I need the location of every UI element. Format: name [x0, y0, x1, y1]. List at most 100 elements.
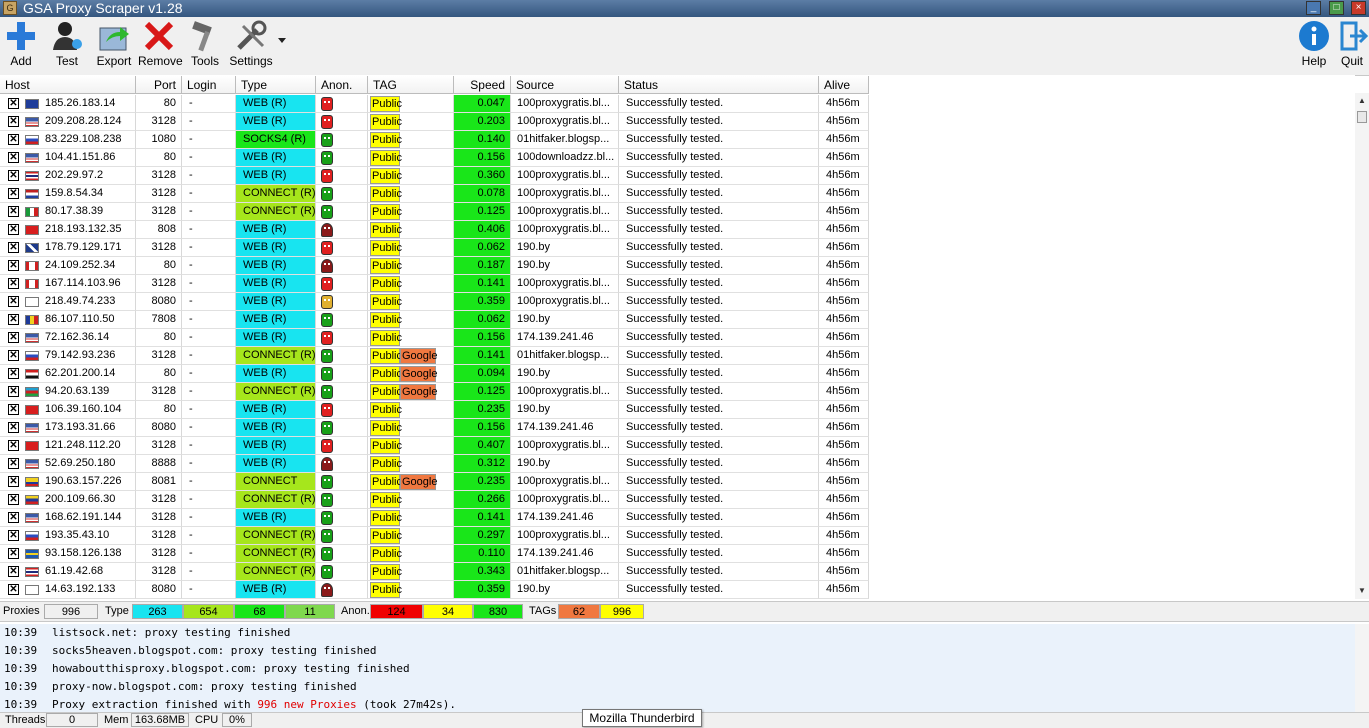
row-checkbox[interactable]: ✕ — [8, 116, 19, 127]
row-checkbox[interactable]: ✕ — [8, 476, 19, 487]
host-cell[interactable]: ✕ 14.63.192.133 — [0, 581, 136, 599]
column-header-speed[interactable]: Speed — [454, 76, 511, 94]
host-cell[interactable]: ✕ 121.248.112.20 — [0, 437, 136, 455]
host-cell[interactable]: ✕ 167.114.103.96 — [0, 275, 136, 293]
row-checkbox[interactable]: ✕ — [8, 332, 19, 343]
host-cell[interactable]: ✕ 104.41.151.86 — [0, 149, 136, 167]
host-cell[interactable]: ✕ 72.162.36.14 — [0, 329, 136, 347]
log-scrollbar[interactable] — [1355, 624, 1369, 712]
tools-button[interactable]: Tools — [188, 20, 222, 68]
table-row[interactable]: ✕ 52.69.250.180 8888- WEB (R) Public 0.312 190… — [0, 455, 870, 473]
host-cell[interactable]: ✕ 190.63.157.226 — [0, 473, 136, 491]
remove-button[interactable]: Remove — [138, 20, 183, 68]
table-row[interactable]: ✕ 178.79.129.171 3128- WEB (R) Public 0.062 19… — [0, 239, 870, 257]
column-header-alive[interactable]: Alive — [819, 76, 869, 94]
settings-button[interactable]: Settings — [229, 20, 273, 68]
grid-scrollbar[interactable]: ▲ ▼ — [1355, 93, 1369, 599]
host-cell[interactable]: ✕ 52.69.250.180 — [0, 455, 136, 473]
row-checkbox[interactable]: ✕ — [8, 134, 19, 145]
row-checkbox[interactable]: ✕ — [8, 368, 19, 379]
table-row[interactable]: ✕ 72.162.36.14 80- WEB (R) Public 0.156 174.13… — [0, 329, 870, 347]
add-button[interactable]: Add — [4, 20, 38, 68]
host-cell[interactable]: ✕ 83.229.108.238 — [0, 131, 136, 149]
host-cell[interactable]: ✕ 94.20.63.139 — [0, 383, 136, 401]
row-checkbox[interactable]: ✕ — [8, 314, 19, 325]
row-checkbox[interactable]: ✕ — [8, 350, 19, 361]
host-cell[interactable]: ✕ 159.8.54.34 — [0, 185, 136, 203]
row-checkbox[interactable]: ✕ — [8, 548, 19, 559]
row-checkbox[interactable]: ✕ — [8, 224, 19, 235]
table-row[interactable]: ✕ 202.29.97.2 3128- WEB (R) Public 0.360 100pr… — [0, 167, 870, 185]
close-button[interactable]: × — [1351, 1, 1366, 15]
test-button[interactable]: Test — [50, 20, 84, 68]
row-checkbox[interactable]: ✕ — [8, 584, 19, 595]
scroll-thumb[interactable] — [1357, 111, 1367, 123]
host-cell[interactable]: ✕ 62.201.200.14 — [0, 365, 136, 383]
export-button[interactable]: Export — [95, 20, 133, 68]
table-row[interactable]: ✕ 121.248.112.20 3128- WEB (R) Public 0.407 10… — [0, 437, 870, 455]
row-checkbox[interactable]: ✕ — [8, 512, 19, 523]
host-cell[interactable]: ✕ 185.26.183.14 — [0, 95, 136, 113]
column-header-port[interactable]: Port — [136, 76, 182, 94]
table-row[interactable]: ✕ 193.35.43.10 3128- CONNECT (R) Public 0.297… — [0, 527, 870, 545]
table-row[interactable]: ✕ 159.8.54.34 3128- CONNECT (R) Public 0.078 1… — [0, 185, 870, 203]
host-cell[interactable]: ✕ 93.158.126.138 — [0, 545, 136, 563]
row-checkbox[interactable]: ✕ — [8, 170, 19, 181]
settings-dropdown[interactable] — [277, 38, 287, 44]
table-row[interactable]: ✕ 80.17.38.39 3128- CONNECT (R) Public 0.125 1… — [0, 203, 870, 221]
row-checkbox[interactable]: ✕ — [8, 206, 19, 217]
table-row[interactable]: ✕ 79.142.93.236 3128- CONNECT (R) Public Goog… — [0, 347, 870, 365]
table-row[interactable]: ✕ 209.208.28.124 3128- WEB (R) Public 0.203 10… — [0, 113, 870, 131]
host-cell[interactable]: ✕ 80.17.38.39 — [0, 203, 136, 221]
column-header-anon[interactable]: Anon. — [316, 76, 368, 94]
row-checkbox[interactable]: ✕ — [8, 458, 19, 469]
help-button[interactable]: Help — [1297, 20, 1331, 68]
scroll-up-arrow-icon[interactable]: ▲ — [1356, 95, 1368, 107]
host-cell[interactable]: ✕ 79.142.93.236 — [0, 347, 136, 365]
column-header-host[interactable]: Host — [0, 76, 136, 94]
table-row[interactable]: ✕ 218.193.132.35 808- WEB (R) Public 0.406 100… — [0, 221, 870, 239]
table-row[interactable]: ✕ 190.63.157.226 8081- CONNECT Public Google 0… — [0, 473, 870, 491]
row-checkbox[interactable]: ✕ — [8, 386, 19, 397]
row-checkbox[interactable]: ✕ — [8, 152, 19, 163]
row-checkbox[interactable]: ✕ — [8, 422, 19, 433]
row-checkbox[interactable]: ✕ — [8, 440, 19, 451]
table-row[interactable]: ✕ 185.26.183.14 80- WEB (R) Public 0.047 100pr… — [0, 95, 870, 113]
row-checkbox[interactable]: ✕ — [8, 278, 19, 289]
table-row[interactable]: ✕ 61.19.42.68 3128- CONNECT (R) Public 0.343 0… — [0, 563, 870, 581]
row-checkbox[interactable]: ✕ — [8, 494, 19, 505]
host-cell[interactable]: ✕ 86.107.110.50 — [0, 311, 136, 329]
table-row[interactable]: ✕ 93.158.126.138 3128- CONNECT (R) Public 0.1… — [0, 545, 870, 563]
table-row[interactable]: ✕ 94.20.63.139 3128- CONNECT (R) Public Googl… — [0, 383, 870, 401]
host-cell[interactable]: ✕ 200.109.66.30 — [0, 491, 136, 509]
row-checkbox[interactable]: ✕ — [8, 242, 19, 253]
row-checkbox[interactable]: ✕ — [8, 98, 19, 109]
table-row[interactable]: ✕ 86.107.110.50 7808- WEB (R) Public 0.062 190… — [0, 311, 870, 329]
row-checkbox[interactable]: ✕ — [8, 188, 19, 199]
host-cell[interactable]: ✕ 193.35.43.10 — [0, 527, 136, 545]
maximize-button[interactable]: □ — [1329, 1, 1344, 15]
host-cell[interactable]: ✕ 218.193.132.35 — [0, 221, 136, 239]
table-row[interactable]: ✕ 173.193.31.66 8080- WEB (R) Public 0.156 174… — [0, 419, 870, 437]
host-cell[interactable]: ✕ 178.79.129.171 — [0, 239, 136, 257]
column-header-login[interactable]: Login — [182, 76, 236, 94]
scroll-down-arrow-icon[interactable]: ▼ — [1356, 585, 1368, 597]
table-row[interactable]: ✕ 104.41.151.86 80- WEB (R) Public 0.156 100do… — [0, 149, 870, 167]
row-checkbox[interactable]: ✕ — [8, 296, 19, 307]
table-row[interactable]: ✕ 83.229.108.238 1080- SOCKS4 (R) Public 0.14… — [0, 131, 870, 149]
table-row[interactable]: ✕ 14.63.192.133 8080- WEB (R) Public 0.359 190… — [0, 581, 870, 599]
row-checkbox[interactable]: ✕ — [8, 404, 19, 415]
column-header-status[interactable]: Status — [619, 76, 819, 94]
table-row[interactable]: ✕ 167.114.103.96 3128- WEB (R) Public 0.141 10… — [0, 275, 870, 293]
minimize-button[interactable]: _ — [1306, 1, 1321, 15]
row-checkbox[interactable]: ✕ — [8, 530, 19, 541]
table-row[interactable]: ✕ 218.49.74.233 8080- WEB (R) Public 0.359 100… — [0, 293, 870, 311]
column-header-source[interactable]: Source — [511, 76, 619, 94]
host-cell[interactable]: ✕ 209.208.28.124 — [0, 113, 136, 131]
table-row[interactable]: ✕ 200.109.66.30 3128- CONNECT (R) Public 0.26… — [0, 491, 870, 509]
table-row[interactable]: ✕ 24.109.252.34 80- WEB (R) Public 0.187 190.b… — [0, 257, 870, 275]
host-cell[interactable]: ✕ 24.109.252.34 — [0, 257, 136, 275]
host-cell[interactable]: ✕ 61.19.42.68 — [0, 563, 136, 581]
host-cell[interactable]: ✕ 168.62.191.144 — [0, 509, 136, 527]
column-header-tag[interactable]: TAG — [368, 76, 454, 94]
